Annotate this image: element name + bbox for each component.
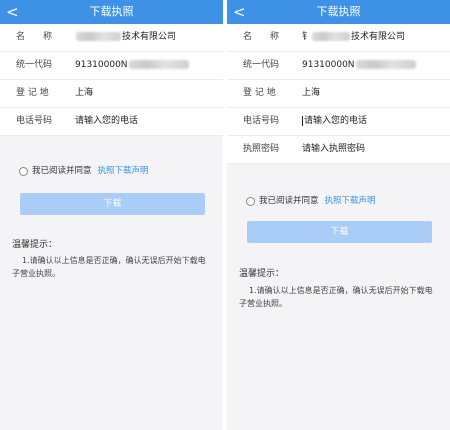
page-title: 下载执照: [89, 5, 134, 18]
credit-code-value: 91310000N: [75, 52, 190, 79]
screen-left: < 下载执照 名 称 技术有限公司 统一代码 91310000N 登 记 地 上…: [0, 0, 223, 430]
field-company-name: 名 称 技术有限公司: [0, 24, 223, 52]
company-name-value: 技术有限公司: [75, 24, 176, 51]
field-credit-code: 统一代码 91310000N: [227, 52, 450, 80]
field-label: 统一代码: [16, 60, 53, 70]
license-password-input[interactable]: 请输入执照密码: [302, 136, 365, 163]
field-company-name: 名 称 钅技术有限公司: [227, 24, 450, 52]
field-label: 执照密码: [243, 144, 280, 154]
field-label: 电话号码: [243, 116, 280, 126]
screen-right: < 下载执照 名 称 钅技术有限公司 统一代码 91310000N 登 记 地 …: [227, 0, 450, 430]
tips-body: 1.请确认以上信息是否正确，确认无误后开始下载电子营业执照。: [239, 286, 433, 308]
agreement-text: 我已阅读并同意 执照下载声明: [259, 196, 376, 206]
field-label: 名 称: [243, 32, 280, 42]
download-button[interactable]: 下载: [20, 193, 205, 215]
license-form: 名 称 钅技术有限公司 统一代码 91310000N 登 记 地 上海 电话号码…: [227, 24, 450, 164]
nav-bar: < 下载执照: [0, 0, 223, 24]
nav-bar: < 下载执照: [227, 0, 450, 24]
field-label: 电话号码: [16, 116, 53, 126]
agree-radio[interactable]: [246, 197, 255, 206]
registration-place-value: 上海: [302, 88, 321, 98]
tips-body: 1.请确认以上信息是否正确，确认无误后开始下载电子营业执照。: [12, 256, 206, 278]
agreement-row: 我已阅读并同意 执照下载声明: [0, 165, 223, 181]
field-license-password[interactable]: 执照密码 请输入执照密码: [227, 136, 450, 164]
agree-radio[interactable]: [19, 167, 28, 176]
phone-input[interactable]: 请输入您的电话: [75, 108, 138, 135]
tips-title: 温馨提示：: [12, 240, 58, 250]
field-label: 名 称: [16, 32, 53, 42]
tips-title: 温馨提示：: [239, 269, 285, 279]
agreement-text: 我已阅读并同意 执照下载声明: [32, 166, 149, 176]
text-cursor: [302, 115, 303, 126]
field-registration-place: 登 记 地 上海: [227, 80, 450, 108]
field-credit-code: 统一代码 91310000N: [0, 52, 223, 80]
agreement-row: 我已阅读并同意 执照下载声明: [227, 195, 450, 211]
page-title: 下载执照: [316, 5, 361, 18]
credit-code-value: 91310000N: [302, 52, 417, 79]
field-label: 登 记 地: [16, 88, 49, 98]
license-statement-link[interactable]: 执照下载声明: [325, 196, 376, 206]
field-label: 登 记 地: [243, 88, 276, 98]
phone-input[interactable]: 请输入您的电话: [302, 108, 367, 135]
field-label: 统一代码: [243, 60, 280, 70]
field-phone[interactable]: 电话号码 请输入您的电话: [227, 108, 450, 136]
company-name-value: 钅技术有限公司: [302, 32, 406, 42]
field-phone[interactable]: 电话号码 请输入您的电话: [0, 108, 223, 136]
download-button[interactable]: 下载: [247, 221, 432, 243]
license-statement-link[interactable]: 执照下载声明: [98, 166, 149, 176]
license-form: 名 称 技术有限公司 统一代码 91310000N 登 记 地 上海 电话号码 …: [0, 24, 223, 136]
registration-place-value: 上海: [75, 88, 94, 98]
field-registration-place: 登 记 地 上海: [0, 80, 223, 108]
